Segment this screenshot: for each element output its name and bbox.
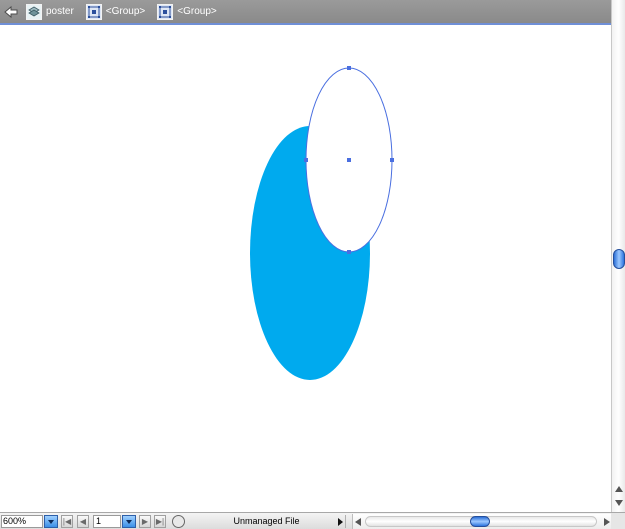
anchor-point-bottom[interactable] — [347, 250, 351, 254]
breadcrumb-label: <Group> — [177, 6, 217, 17]
isolation-mode-breadcrumb-bar: poster <Group> <Group> — [0, 0, 611, 25]
group-icon — [85, 3, 102, 20]
status-text[interactable]: Unmanaged File — [188, 515, 346, 528]
anchor-point-right[interactable] — [390, 158, 394, 162]
back-arrow-icon[interactable] — [4, 5, 20, 19]
vertical-scroll-thumb[interactable] — [613, 249, 625, 269]
breadcrumb-label: poster — [46, 6, 74, 17]
scroll-down-arrow-icon[interactable] — [615, 500, 623, 506]
scroll-left-arrow-icon[interactable] — [355, 518, 361, 526]
page-number-field[interactable]: 1 — [93, 515, 121, 528]
layer-icon — [26, 3, 42, 20]
scroll-right-arrow-icon[interactable] — [604, 518, 610, 526]
horizontal-scrollbar[interactable] — [352, 514, 611, 529]
anchor-point-top[interactable] — [347, 66, 351, 70]
next-page-button[interactable]: ▶ — [139, 515, 151, 528]
breadcrumb-item-group-2[interactable]: <Group> — [157, 3, 217, 20]
artboard-canvas[interactable] — [0, 27, 611, 512]
breadcrumb-item-poster[interactable]: poster — [26, 3, 74, 20]
status-menu-arrow-icon[interactable] — [338, 518, 343, 526]
horizontal-scroll-thumb[interactable] — [470, 516, 490, 527]
breadcrumb-item-group-1[interactable]: <Group> — [85, 3, 146, 20]
zoom-level-field[interactable]: 600% — [1, 515, 43, 528]
group-icon — [157, 3, 174, 20]
scroll-up-arrow-icon[interactable] — [615, 486, 623, 492]
breadcrumb-label: <Group> — [105, 6, 146, 17]
zoom-dropdown-button[interactable] — [44, 515, 58, 528]
previous-page-button[interactable]: ◀ — [77, 515, 89, 528]
scrollbar-corner — [611, 513, 625, 529]
vertical-scrollbar[interactable] — [611, 0, 625, 512]
anchor-point-left[interactable] — [304, 158, 308, 162]
page-dropdown-button[interactable] — [122, 515, 136, 528]
first-page-button[interactable]: |◀ — [61, 515, 73, 528]
center-point[interactable] — [347, 158, 351, 162]
artwork-svg — [250, 66, 394, 380]
status-bar: 600% |◀ ◀ 1 ▶ ▶| Unmanaged File — [0, 512, 625, 529]
last-page-button[interactable]: ▶| — [154, 515, 166, 528]
document-status-icon — [172, 515, 185, 528]
